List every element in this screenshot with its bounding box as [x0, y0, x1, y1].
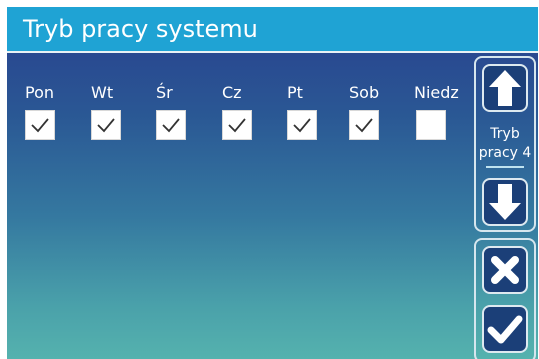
- checkbox-wednesday[interactable]: [156, 110, 186, 140]
- day-label: Sob: [349, 83, 380, 102]
- checkbox-sunday[interactable]: [416, 110, 446, 140]
- screen: Tryb pracy systemu Pon Wt Śr Cz Pt Sob N…: [7, 7, 538, 359]
- cancel-button[interactable]: [482, 246, 528, 294]
- checkbox-monday[interactable]: [25, 110, 55, 140]
- mode-down-button[interactable]: [482, 178, 528, 226]
- checkbox-saturday[interactable]: [349, 110, 379, 140]
- day-monday: Pon: [25, 83, 95, 143]
- day-wednesday: Śr: [156, 83, 226, 143]
- mode-underline: [486, 166, 524, 168]
- page-title: Tryb pracy systemu: [23, 15, 258, 43]
- checkmark-icon: [293, 118, 311, 133]
- confirm-button[interactable]: [482, 305, 528, 353]
- mode-label-line1: Tryb: [490, 126, 520, 142]
- checkmark-icon: [487, 315, 523, 344]
- close-icon: [491, 256, 519, 284]
- day-saturday: Sob: [349, 83, 419, 143]
- day-label: Cz: [222, 83, 242, 102]
- checkmark-icon: [355, 118, 373, 133]
- day-label: Śr: [156, 83, 173, 102]
- day-friday: Pt: [287, 83, 357, 143]
- mode-selector-panel: Tryb pracy 4: [474, 56, 536, 232]
- title-bar: Tryb pracy systemu: [7, 7, 538, 53]
- checkmark-icon: [228, 118, 246, 133]
- checkmark-icon: [162, 118, 180, 133]
- checkmark-icon: [31, 118, 49, 133]
- mode-label-line2: pracy 4: [478, 145, 532, 161]
- checkbox-thursday[interactable]: [222, 110, 252, 140]
- arrow-up-icon: [489, 70, 521, 106]
- action-panel: [474, 238, 536, 359]
- day-tuesday: Wt: [91, 83, 161, 143]
- arrow-down-icon: [489, 184, 521, 220]
- day-thursday: Cz: [222, 83, 292, 143]
- mode-up-button[interactable]: [482, 64, 528, 112]
- day-label: Pon: [25, 83, 55, 102]
- day-label: Wt: [91, 83, 114, 102]
- mode-label: Tryb pracy 4: [476, 125, 534, 163]
- checkbox-friday[interactable]: [287, 110, 317, 140]
- checkmark-icon: [97, 118, 115, 133]
- day-label: Pt: [287, 83, 303, 102]
- day-label: Niedz: [414, 83, 459, 102]
- checkbox-tuesday[interactable]: [91, 110, 121, 140]
